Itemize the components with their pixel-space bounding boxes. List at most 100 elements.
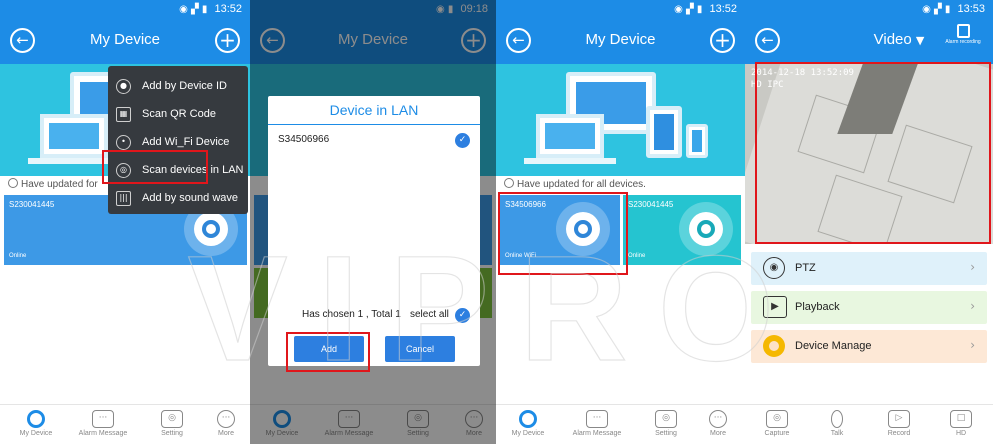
lan-device-row[interactable]: S34506966 — [278, 134, 329, 145]
webcam-icon — [679, 202, 733, 256]
panel-device-in-lan-dialog: ◉ ▮ 09:18 ← My Device + My Device ··· Al… — [250, 0, 496, 444]
panel-video: ◉ ▞ ▮ 13:53 ← Video ▼ Alarm recording 20… — [745, 0, 993, 444]
tablet-illustration — [646, 106, 682, 158]
device-status: Online — [628, 253, 646, 259]
update-status: Have updated for all devices. — [504, 178, 646, 190]
menu-row-playback[interactable]: ▶ Playback › — [751, 291, 987, 324]
tab-label: HD — [955, 430, 967, 437]
tab-label: Talk — [830, 430, 844, 437]
laptop-illustration — [40, 114, 108, 158]
tab-talk[interactable]: Talk — [817, 404, 857, 444]
tab-my-device[interactable]: My Device — [14, 404, 58, 444]
phone-illustration — [686, 124, 708, 158]
tab-more[interactable]: ··· More — [206, 404, 246, 444]
tab-hd[interactable]: □ HD — [941, 404, 981, 444]
highlight-box — [498, 192, 628, 275]
bottom-tab-bar: My Device ··· Alarm Message ◎ Setting ··… — [496, 404, 745, 444]
my-device-icon — [27, 410, 45, 428]
tab-label: Setting — [655, 430, 677, 437]
alarm-recording-label: Alarm recording — [945, 39, 981, 45]
menu-item-add-by-device-id[interactable]: ● Add by Device ID — [108, 72, 248, 100]
microphone-icon — [831, 410, 843, 428]
chevron-right-icon: › — [970, 299, 975, 313]
magnifier-device-icon: ● — [116, 79, 131, 94]
tab-label: Alarm Message — [572, 430, 622, 437]
menu-item-label: Add by sound wave — [142, 192, 239, 204]
nav-bar: ← Video ▼ Alarm recording — [745, 18, 993, 64]
alarm-recording-button[interactable]: Alarm recording — [943, 24, 983, 45]
tab-alarm-message[interactable]: ··· Alarm Message — [570, 404, 624, 444]
menu-item-add-by-sound-wave[interactable]: ||| Add by sound wave — [108, 184, 248, 212]
my-device-icon — [519, 410, 537, 428]
refresh-icon — [8, 178, 18, 188]
tab-setting[interactable]: ◎ Setting — [644, 404, 688, 444]
laptop-base-illustration — [524, 158, 616, 164]
alarm-recording-icon — [956, 24, 970, 38]
status-time: 13:52 — [709, 3, 737, 15]
nav-bar: ← My Device + — [0, 18, 250, 64]
add-plus-icon[interactable]: + — [215, 28, 240, 53]
bottom-tab-bar: ◎ Capture Talk ▷ Record □ HD — [745, 404, 993, 444]
panel-my-device-list: ◉ ▞ ▮ 13:52 ← My Device + Have updated f… — [496, 0, 745, 444]
caret-down-icon: ▼ — [915, 34, 925, 47]
ptz-control-icon: ◉ — [763, 257, 785, 279]
tab-alarm-message[interactable]: ··· Alarm Message — [76, 404, 130, 444]
hd-icon: □ — [950, 410, 972, 428]
signal-battery-icon: ◉ ▞ ▮ — [674, 4, 703, 15]
signal-battery-icon: ◉ ▞ ▮ — [922, 4, 951, 15]
menu-row-device-manage[interactable]: Device Manage › — [751, 330, 987, 363]
page-title: Video — [873, 31, 912, 48]
video-record-icon: ▷ — [888, 410, 910, 428]
status-time: 13:53 — [957, 3, 985, 15]
highlight-box — [286, 332, 370, 372]
menu-item-label: Add by Device ID — [142, 80, 227, 92]
tab-label: Alarm Message — [78, 430, 128, 437]
tab-label: Record — [887, 430, 911, 437]
bottom-tab-bar: My Device ··· Alarm Message ◎ Setting ··… — [0, 404, 250, 444]
device-manage-icon — [763, 335, 785, 357]
dialog-divider — [268, 124, 480, 125]
menu-row-label: PTZ — [795, 262, 816, 274]
status-time: 13:52 — [214, 3, 242, 15]
device-card[interactable]: S230041445 Online — [623, 195, 741, 265]
status-bar: ◉ ▞ ▮ 13:52 — [0, 0, 250, 18]
tab-more[interactable]: ··· More — [698, 404, 738, 444]
laptop-illustration — [536, 114, 604, 158]
alarm-message-icon: ··· — [92, 410, 114, 428]
update-status-text: Have updated for — [21, 179, 98, 190]
setting-icon: ◎ — [161, 410, 183, 428]
dialog-title: Device in LAN — [329, 102, 419, 118]
update-status: Have updated for — [8, 178, 98, 190]
checkmark-icon[interactable]: ✓ — [455, 133, 470, 148]
tab-label: More — [710, 430, 726, 437]
menu-item-scan-qr-code[interactable]: ▦ Scan QR Code — [108, 100, 248, 128]
highlight-box — [102, 150, 208, 184]
wifi-broadcast-icon: • — [116, 135, 131, 150]
camera-capture-icon: ◎ — [766, 410, 788, 428]
page-title: My Device — [585, 31, 656, 48]
tab-setting[interactable]: ◎ Setting — [150, 404, 194, 444]
device-id: S230041445 — [628, 200, 674, 209]
page-title: My Device — [89, 31, 160, 48]
devices-banner — [496, 64, 745, 176]
status-bar: ◉ ▞ ▮ 13:52 — [496, 0, 745, 18]
select-all-checkbox-icon[interactable]: ✓ — [455, 308, 470, 323]
menu-row-ptz[interactable]: ◉ PTZ › — [751, 252, 987, 285]
highlight-box — [755, 62, 991, 244]
tab-my-device[interactable]: My Device — [506, 404, 550, 444]
cancel-button[interactable]: Cancel — [385, 336, 455, 362]
status-bar: ◉ ▞ ▮ 13:53 — [745, 0, 993, 18]
nav-bar: ← My Device + — [496, 18, 745, 64]
device-status: Online — [9, 253, 27, 259]
back-arrow-icon[interactable]: ← — [755, 28, 780, 53]
tab-record[interactable]: ▷ Record — [879, 404, 919, 444]
tab-label: My Device — [511, 430, 545, 437]
add-plus-icon[interactable]: + — [710, 28, 735, 53]
tab-label: Capture — [764, 430, 790, 437]
tab-capture[interactable]: ◎ Capture — [757, 404, 797, 444]
device-id: S230041445 — [9, 200, 55, 209]
menu-item-label: Scan QR Code — [142, 108, 216, 120]
device-in-lan-dialog: Device in LAN S34506966 ✓ Has chosen 1 ,… — [268, 96, 480, 366]
menu-row-label: Playback — [795, 301, 840, 313]
tab-label: More — [218, 430, 234, 437]
